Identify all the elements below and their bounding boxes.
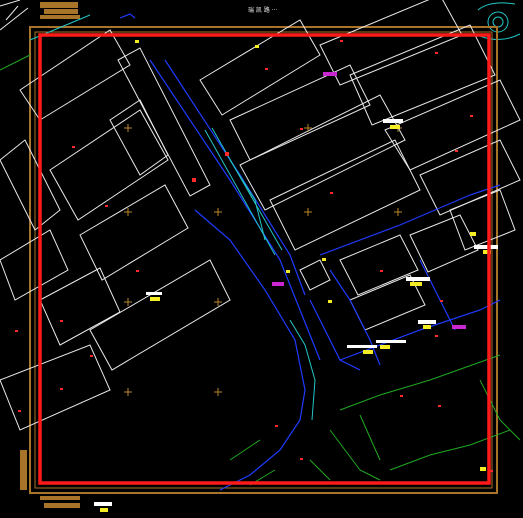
cad-drawing-canvas[interactable]: 瑞 凯 路 ··· [0, 0, 523, 518]
top-left-title-block [40, 2, 80, 19]
canvas-background [0, 0, 523, 518]
road-name-label: 瑞 凯 路 ··· [248, 6, 278, 14]
